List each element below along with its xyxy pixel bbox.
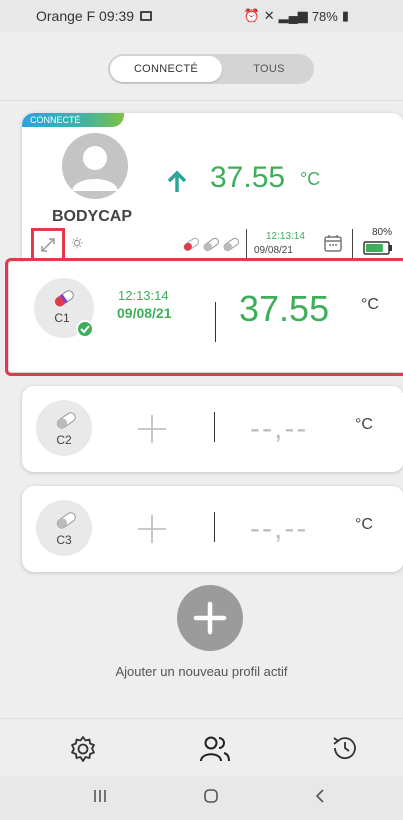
home-icon[interactable] [203, 788, 219, 804]
add-capsule-icon[interactable] [134, 411, 170, 447]
capsule-label: C3 [56, 533, 72, 547]
capsule-slot-c1[interactable]: C1 12:13:14 09/08/21 37.55 °C [5, 258, 403, 376]
capsule-slot-c2[interactable]: C2 --,-- °C [22, 386, 403, 472]
device-battery-percent: 80% [372, 227, 393, 238]
temperature-unit: °C [361, 296, 379, 313]
connection-filter-toggle: CONNECTÉ TOUS [108, 54, 314, 84]
current-temperature: 37.55 [210, 161, 286, 194]
reading-temperature-empty: --,-- [250, 512, 309, 545]
divider [0, 100, 403, 101]
device-name: BODYCAP [52, 208, 133, 225]
capsule-status-row [182, 237, 240, 251]
mute-icon: ✕ [263, 8, 275, 23]
add-capsule-icon[interactable] [134, 511, 170, 547]
battery-icon: ▮ [341, 8, 349, 23]
separator [352, 229, 353, 259]
add-profile-button[interactable] [177, 585, 243, 651]
capsule-avatar: C2 [36, 400, 92, 456]
separator [215, 302, 216, 342]
device-card[interactable]: CONNECTÉ BODYCAP 37.55 °C 12:13:14 09/08… [22, 113, 403, 268]
gear-icon[interactable] [69, 235, 85, 251]
calendar-icon[interactable] [323, 233, 343, 253]
reading-temperature: 37.55 [239, 288, 330, 329]
last-sync-date: 09/08/21 [254, 245, 293, 256]
separator [214, 412, 215, 442]
status-bar: Orange F 09:39 ⏰ ✕ ▂▄▆ 78% ▮ [0, 0, 403, 32]
reading-date: 09/08/21 [117, 305, 172, 321]
plus-icon [193, 601, 227, 635]
connected-check-icon [76, 320, 94, 338]
trend-up-arrow-icon [167, 170, 187, 192]
expand-button[interactable] [31, 228, 65, 261]
capsule-slot-c3[interactable]: C3 --,-- °C [22, 486, 403, 572]
temperature-unit: °C [300, 169, 321, 189]
capsule-active-icon [183, 237, 199, 251]
capsule-active-icon [54, 290, 74, 307]
separator [214, 512, 215, 542]
capsule-icon [203, 237, 219, 251]
capsule-icon [56, 512, 76, 529]
recent-apps-icon[interactable] [92, 788, 108, 804]
signal-icon: ▂▄▆ [278, 8, 308, 23]
users-icon[interactable] [198, 733, 232, 765]
capsule-avatar: C1 [34, 278, 94, 338]
system-nav-bar [0, 776, 403, 820]
temperature-unit: °C [355, 516, 373, 533]
battery-percent: 78% [311, 8, 338, 24]
toggle-connected[interactable]: CONNECTÉ [110, 56, 222, 82]
alarm-icon: ⏰ [243, 8, 260, 23]
battery-icon [363, 241, 392, 255]
capsule-avatar: C3 [36, 500, 92, 556]
temperature-unit: °C [355, 416, 373, 433]
carrier-time: Orange F 09:39 [36, 8, 135, 24]
reading-time: 12:13:14 [118, 288, 169, 303]
add-profile-label: Ajouter un nouveau profil actif [115, 664, 288, 679]
back-icon[interactable] [312, 788, 328, 804]
avatar [62, 133, 128, 199]
separator [246, 229, 247, 259]
last-sync-time: 12:13:14 [266, 231, 305, 242]
capsule-icon [56, 412, 76, 429]
capsule-label: C2 [56, 433, 72, 447]
expand-icon [41, 237, 55, 252]
bottom-nav [0, 718, 403, 776]
gallery-icon [140, 11, 153, 21]
history-icon[interactable] [330, 733, 360, 763]
toggle-all[interactable]: TOUS [224, 54, 314, 84]
capsule-icon [223, 237, 239, 251]
connected-badge: CONNECTÉ [22, 113, 124, 127]
reading-temperature-empty: --,-- [250, 412, 309, 445]
settings-icon[interactable] [67, 733, 99, 765]
